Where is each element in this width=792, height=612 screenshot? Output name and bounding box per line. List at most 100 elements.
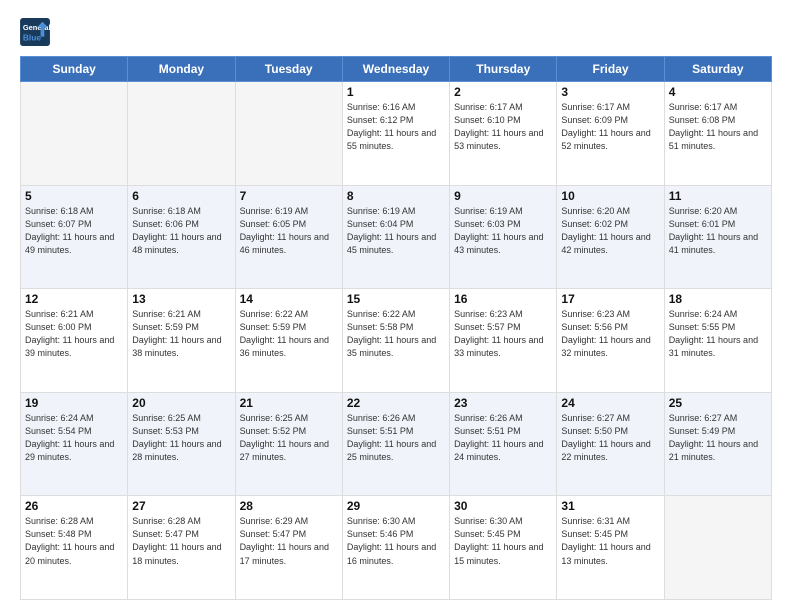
day-number: 20 [132,396,230,410]
day-number: 4 [669,85,767,99]
day-number: 10 [561,189,659,203]
calendar-header-row: SundayMondayTuesdayWednesdayThursdayFrid… [21,57,772,82]
cell-info: Sunrise: 6:16 AMSunset: 6:12 PMDaylight:… [347,101,445,153]
day-number: 15 [347,292,445,306]
calendar-cell: 17Sunrise: 6:23 AMSunset: 5:56 PMDayligh… [557,289,664,393]
calendar-cell [21,82,128,186]
calendar-cell: 31 Sunrise: 6:31 AMSunset: 5:45 PMDayligh… [557,496,664,600]
calendar-cell: 12Sunrise: 6:21 AMSunset: 6:00 PMDayligh… [21,289,128,393]
calendar-cell: 21 Sunrise: 6:25 AMSunset: 5:52 PMDayligh… [235,392,342,496]
calendar-cell: 20Sunrise: 6:25 AMSunset: 5:53 PMDayligh… [128,392,235,496]
day-number: 21 [240,396,338,410]
header: General Blue [20,18,772,46]
cell-info: Sunrise: 6:30 AMSunset: 5:45 PMDaylight:… [454,515,552,567]
calendar-cell: 11Sunrise: 6:20 AMSunset: 6:01 PMDayligh… [664,185,771,289]
cell-info: Sunrise: 6:24 AMSunset: 5:54 PMDaylight:… [25,412,123,464]
cell-info: Sunrise: 6:23 AMSunset: 5:57 PMDaylight:… [454,308,552,360]
day-number: 1 [347,85,445,99]
calendar-cell: 5 Sunrise: 6:18 AMSunset: 6:07 PMDaylight… [21,185,128,289]
day-number: 17 [561,292,659,306]
day-number: 31 [561,499,659,513]
day-number: 5 [25,189,123,203]
day-number: 16 [454,292,552,306]
cell-info: Sunrise: 6:18 AMSunset: 6:07 PMDaylight:… [25,205,123,257]
calendar-cell: 30 Sunrise: 6:30 AMSunset: 5:45 PMDayligh… [450,496,557,600]
calendar-cell: 29 Sunrise: 6:30 AMSunset: 5:46 PMDayligh… [342,496,449,600]
calendar-table: SundayMondayTuesdayWednesdayThursdayFrid… [20,56,772,600]
cell-info: Sunrise: 6:22 AMSunset: 5:59 PMDaylight:… [240,308,338,360]
calendar-cell: 27Sunrise: 6:28 AMSunset: 5:47 PMDayligh… [128,496,235,600]
cell-info: Sunrise: 6:29 AMSunset: 5:47 PMDaylight:… [240,515,338,567]
logo-icon: General Blue [20,18,50,46]
calendar-cell: 14 Sunrise: 6:22 AMSunset: 5:59 PMDayligh… [235,289,342,393]
calendar-cell: 9 Sunrise: 6:19 AMSunset: 6:03 PMDaylight… [450,185,557,289]
day-number: 3 [561,85,659,99]
cell-info: Sunrise: 6:20 AMSunset: 6:01 PMDaylight:… [669,205,767,257]
day-number: 29 [347,499,445,513]
calendar-cell: 16 Sunrise: 6:23 AMSunset: 5:57 PMDayligh… [450,289,557,393]
calendar-cell [664,496,771,600]
day-header-thursday: Thursday [450,57,557,82]
day-number: 13 [132,292,230,306]
day-number: 14 [240,292,338,306]
week-row-4: 19 Sunrise: 6:24 AMSunset: 5:54 PMDayligh… [21,392,772,496]
calendar-cell: 13Sunrise: 6:21 AMSunset: 5:59 PMDayligh… [128,289,235,393]
day-number: 18 [669,292,767,306]
day-header-tuesday: Tuesday [235,57,342,82]
cell-info: Sunrise: 6:19 AMSunset: 6:04 PMDaylight:… [347,205,445,257]
calendar-cell: 15 Sunrise: 6:22 AMSunset: 5:58 PMDayligh… [342,289,449,393]
calendar-cell: 18Sunrise: 6:24 AMSunset: 5:55 PMDayligh… [664,289,771,393]
cell-info: Sunrise: 6:19 AMSunset: 6:03 PMDaylight:… [454,205,552,257]
day-number: 22 [347,396,445,410]
day-header-wednesday: Wednesday [342,57,449,82]
cell-info: Sunrise: 6:28 AMSunset: 5:48 PMDaylight:… [25,515,123,567]
day-header-monday: Monday [128,57,235,82]
calendar-cell: 26 Sunrise: 6:28 AMSunset: 5:48 PMDayligh… [21,496,128,600]
cell-info: Sunrise: 6:26 AMSunset: 5:51 PMDaylight:… [454,412,552,464]
day-number: 27 [132,499,230,513]
day-number: 23 [454,396,552,410]
calendar-cell: 6Sunrise: 6:18 AMSunset: 6:06 PMDaylight… [128,185,235,289]
day-header-friday: Friday [557,57,664,82]
calendar-cell: 8 Sunrise: 6:19 AMSunset: 6:04 PMDaylight… [342,185,449,289]
svg-text:Blue: Blue [23,32,41,42]
calendar-cell [235,82,342,186]
day-number: 25 [669,396,767,410]
cell-info: Sunrise: 6:17 AMSunset: 6:09 PMDaylight:… [561,101,659,153]
day-number: 9 [454,189,552,203]
svg-text:General: General [23,23,50,32]
week-row-3: 12Sunrise: 6:21 AMSunset: 6:00 PMDayligh… [21,289,772,393]
day-number: 7 [240,189,338,203]
cell-info: Sunrise: 6:25 AMSunset: 5:52 PMDaylight:… [240,412,338,464]
calendar-cell [128,82,235,186]
day-number: 30 [454,499,552,513]
calendar-cell: 1 Sunrise: 6:16 AMSunset: 6:12 PMDaylight… [342,82,449,186]
calendar-cell: 23 Sunrise: 6:26 AMSunset: 5:51 PMDayligh… [450,392,557,496]
week-row-1: 1 Sunrise: 6:16 AMSunset: 6:12 PMDaylight… [21,82,772,186]
cell-info: Sunrise: 6:27 AMSunset: 5:49 PMDaylight:… [669,412,767,464]
calendar-cell: 22Sunrise: 6:26 AMSunset: 5:51 PMDayligh… [342,392,449,496]
calendar-cell: 3 Sunrise: 6:17 AMSunset: 6:09 PMDaylight… [557,82,664,186]
calendar-cell: 4 Sunrise: 6:17 AMSunset: 6:08 PMDaylight… [664,82,771,186]
week-row-2: 5 Sunrise: 6:18 AMSunset: 6:07 PMDaylight… [21,185,772,289]
week-row-5: 26 Sunrise: 6:28 AMSunset: 5:48 PMDayligh… [21,496,772,600]
day-number: 19 [25,396,123,410]
day-number: 28 [240,499,338,513]
day-number: 8 [347,189,445,203]
day-number: 24 [561,396,659,410]
day-number: 12 [25,292,123,306]
cell-info: Sunrise: 6:22 AMSunset: 5:58 PMDaylight:… [347,308,445,360]
cell-info: Sunrise: 6:31 AMSunset: 5:45 PMDaylight:… [561,515,659,567]
cell-info: Sunrise: 6:20 AMSunset: 6:02 PMDaylight:… [561,205,659,257]
cell-info: Sunrise: 6:27 AMSunset: 5:50 PMDaylight:… [561,412,659,464]
day-number: 26 [25,499,123,513]
day-number: 6 [132,189,230,203]
cell-info: Sunrise: 6:17 AMSunset: 6:08 PMDaylight:… [669,101,767,153]
calendar-cell: 25 Sunrise: 6:27 AMSunset: 5:49 PMDayligh… [664,392,771,496]
cell-info: Sunrise: 6:17 AMSunset: 6:10 PMDaylight:… [454,101,552,153]
cell-info: Sunrise: 6:30 AMSunset: 5:46 PMDaylight:… [347,515,445,567]
day-header-saturday: Saturday [664,57,771,82]
day-number: 2 [454,85,552,99]
page: General Blue SundayMondayTuesdayWednesda… [0,0,792,612]
calendar-cell: 19 Sunrise: 6:24 AMSunset: 5:54 PMDayligh… [21,392,128,496]
